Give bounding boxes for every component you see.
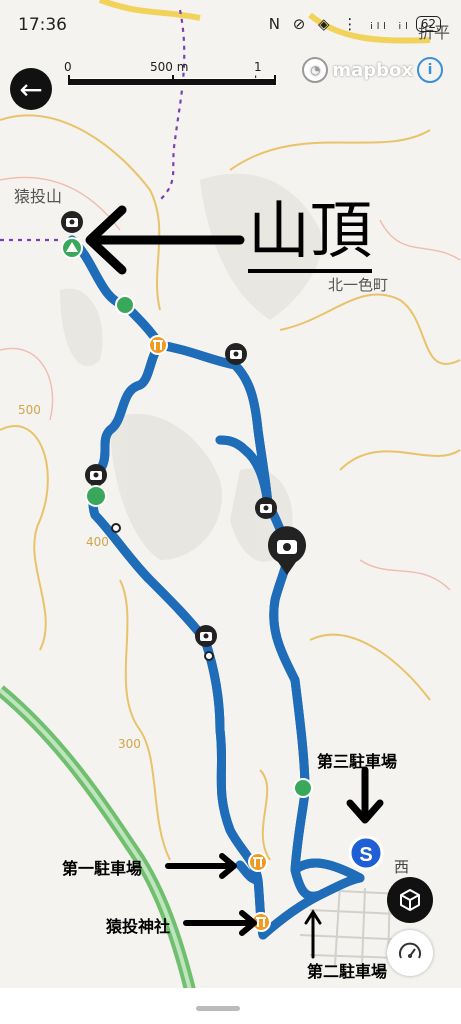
photo-marker-summit[interactable]	[61, 211, 83, 233]
speedometer-button[interactable]	[387, 930, 433, 976]
summit-annotation: 山頂	[248, 195, 373, 273]
scale-tick	[68, 75, 70, 85]
battery-icon: 62	[415, 16, 441, 32]
parking-2-annotation: 第二駐車場	[307, 962, 388, 981]
mapbox-logo-icon: ◔	[302, 57, 329, 83]
cube-icon	[400, 889, 420, 911]
mountain-label: 猿投山	[14, 187, 62, 206]
scale-bar: 0 500 m 1 km	[62, 60, 282, 90]
right-edge-label-1: 西	[394, 858, 409, 876]
mapbox-attribution[interactable]: ◔ mapbox	[302, 57, 413, 83]
waypoint-dot-2[interactable]	[204, 651, 214, 661]
status-icons: N ⊘ ◈ ⋮ ᵢₗₗ ᵢₗ	[268, 15, 412, 33]
elev-300: 300	[118, 737, 141, 751]
scale-mid: 500 m	[150, 60, 189, 74]
back-button[interactable]: ←	[10, 68, 52, 110]
shrine-annotation: 猿投神社	[106, 917, 171, 936]
shrine-marker-parking-1[interactable]	[248, 852, 268, 872]
parking-1-annotation: 第一駐車場	[62, 859, 143, 878]
tree-marker-1[interactable]	[115, 295, 135, 315]
photo-marker-selected[interactable]	[267, 526, 306, 575]
tree-marker-3[interactable]	[293, 778, 313, 798]
photo-marker-west[interactable]	[85, 464, 107, 486]
tree-marker-2[interactable]	[85, 485, 107, 507]
status-bar: 17:36 N ⊘ ◈ ⋮ ᵢₗₗ ᵢₗ 62	[0, 0, 461, 50]
info-button[interactable]: i	[417, 57, 443, 83]
home-indicator[interactable]	[196, 1006, 240, 1011]
scale-tick	[172, 75, 174, 85]
scale-tick	[274, 75, 276, 85]
photo-marker-east[interactable]	[255, 497, 277, 519]
parking-3-annotation: 第三駐車場	[317, 752, 398, 771]
scale-zero: 0	[64, 60, 72, 74]
clock: 17:36	[18, 15, 67, 35]
photo-marker-south[interactable]	[195, 625, 217, 647]
summit-marker[interactable]	[61, 237, 83, 259]
speedometer-icon	[399, 942, 421, 959]
town-label: 北一色町	[328, 276, 388, 294]
waypoint-dot[interactable]	[111, 523, 121, 533]
svg-text:S: S	[359, 844, 372, 866]
shrine-marker-upper[interactable]	[148, 335, 168, 355]
elev-500: 500	[18, 403, 41, 417]
photo-marker-ridge[interactable]	[225, 343, 247, 365]
elev-400: 400	[86, 535, 109, 549]
arrow-left-icon: ←	[19, 72, 43, 106]
3d-view-button[interactable]	[387, 877, 433, 923]
system-icons: N ⊘ ◈ ⋮ ᵢₗₗ ᵢₗ 62	[269, 15, 441, 33]
mapbox-brand: mapbox	[332, 59, 413, 81]
start-marker[interactable]: S	[348, 835, 384, 871]
